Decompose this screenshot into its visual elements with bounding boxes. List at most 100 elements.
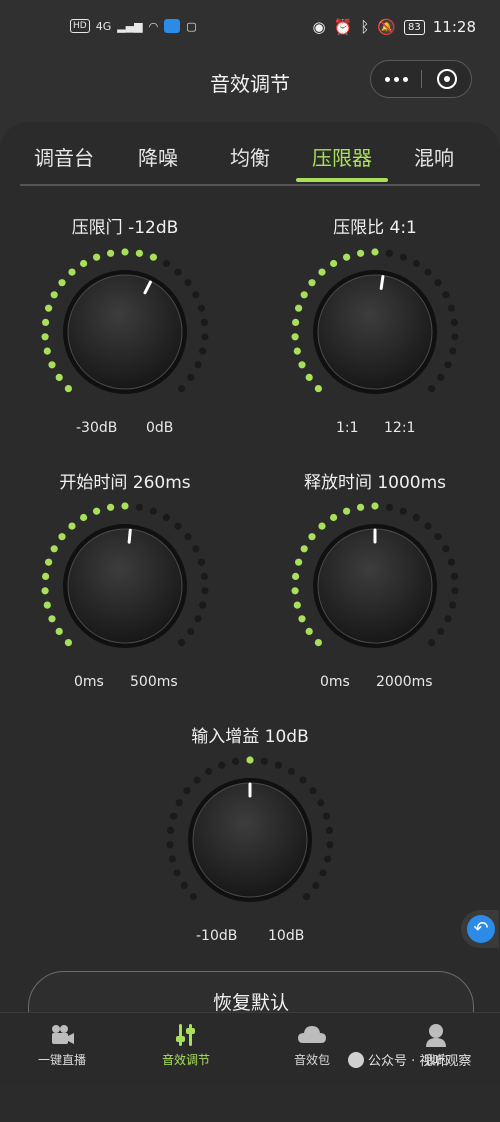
led-dot-off	[399, 507, 407, 515]
led-dot-on	[291, 587, 299, 595]
more-button[interactable]	[371, 61, 421, 97]
led-dot-off	[178, 385, 186, 393]
led-dot-off	[451, 587, 459, 595]
input-gain-knob[interactable]	[162, 752, 338, 928]
release-time-max: 2000ms	[376, 674, 433, 690]
led-dot-on	[295, 304, 303, 312]
led-dot-off	[194, 361, 202, 369]
led-dot-off	[200, 318, 208, 326]
led-dot-off	[135, 503, 143, 511]
led-dot-off	[168, 855, 176, 863]
led-dot-on	[121, 502, 129, 510]
led-dot-off	[412, 259, 420, 268]
led-dot-off	[451, 333, 459, 341]
knob-indicator	[379, 275, 385, 290]
bottom-nav: 一键直播 音效调节 音效包 我的	[0, 1012, 500, 1084]
nav-sound-pack[interactable]: 音效包	[262, 1019, 362, 1068]
led-dot-off	[192, 291, 200, 299]
attack-time-max: 500ms	[130, 674, 178, 690]
led-dot-off	[450, 572, 458, 580]
led-dot-on	[295, 558, 303, 566]
led-dot-on	[68, 522, 76, 530]
limiter-threshold-knob[interactable]	[37, 244, 213, 420]
led-dot-on	[93, 253, 101, 261]
led-dot-on	[371, 502, 379, 510]
input-gain-max: 10dB	[268, 928, 305, 944]
led-dot-off	[173, 869, 181, 877]
led-dot-off	[187, 373, 195, 381]
more-icon-dot	[393, 76, 399, 82]
tab-limiter[interactable]: 压限器	[312, 142, 372, 171]
led-dot-off	[184, 279, 192, 287]
miniprogram-capsule	[370, 60, 472, 98]
knob-body	[192, 782, 308, 898]
led-dot-off	[424, 268, 432, 276]
led-dot-off	[325, 826, 333, 834]
signal-icon: ▂▄▆	[117, 19, 143, 33]
led-dot-off	[175, 799, 183, 807]
led-dot-on	[45, 304, 53, 312]
led-dot-off	[449, 347, 457, 355]
tab-reverb[interactable]: 混响	[414, 142, 454, 171]
limiter-ratio-knob[interactable]	[287, 244, 463, 420]
led-dot-on	[292, 572, 300, 580]
led-dot-on	[305, 627, 313, 635]
led-dot-off	[218, 761, 226, 769]
eye-icon: ◉	[312, 18, 326, 36]
knob-graphic	[166, 756, 334, 902]
led-dot-off	[444, 615, 452, 623]
led-dot-on	[107, 249, 115, 257]
led-dot-on	[58, 533, 66, 541]
nav-sound-pack-label: 音效包	[293, 1053, 330, 1067]
led-dot-off	[183, 787, 191, 795]
led-dot-off	[167, 826, 175, 834]
led-dot-off	[197, 558, 205, 566]
knob-body	[67, 528, 183, 644]
led-dot-off	[201, 587, 209, 595]
alarm-icon: ⏰	[333, 18, 353, 36]
led-dot-on	[68, 268, 76, 276]
floating-back-button[interactable]: ↶	[461, 910, 499, 948]
led-dot-on	[42, 572, 50, 580]
led-dot-on	[80, 513, 88, 522]
led-dot-on	[298, 361, 306, 369]
wechat-icon	[348, 1051, 364, 1068]
led-dot-off	[180, 881, 188, 889]
led-dot-on	[357, 503, 365, 511]
led-dot-on	[330, 259, 338, 268]
led-dot-off	[260, 757, 268, 765]
led-dot-on	[45, 558, 53, 566]
led-dot-off	[450, 318, 458, 326]
led-dot-off	[437, 373, 445, 381]
bluetooth-icon: ᛒ	[360, 18, 370, 36]
tab-mixer[interactable]: 调音台	[34, 142, 94, 171]
tab-denoise[interactable]: 降噪	[138, 142, 178, 171]
led-dot-off	[319, 869, 327, 877]
close-miniprogram-icon[interactable]	[437, 69, 457, 89]
led-dot-on	[64, 385, 72, 393]
nav-live[interactable]: 一键直播	[12, 1019, 112, 1068]
led-dot-off	[187, 627, 195, 635]
more-icon-dot	[384, 76, 390, 82]
led-dot-off	[447, 558, 455, 566]
release-time-knob[interactable]	[287, 498, 463, 674]
led-dot-off	[174, 522, 182, 530]
nav-sound-adjust[interactable]: 音效调节	[136, 1019, 236, 1068]
tab-equalizer[interactable]: 均衡	[230, 142, 270, 171]
led-dot-off	[442, 291, 450, 299]
hd-badge: HD	[70, 19, 90, 33]
led-dot-on	[300, 545, 308, 553]
watermark-text: 公众号 · 视听观察	[368, 1054, 472, 1069]
clock: 11:28	[432, 18, 476, 36]
app-notification-icon	[164, 19, 181, 33]
limiter-threshold-label: 压限门 -12dB	[71, 218, 179, 238]
attack-time-knob[interactable]	[37, 498, 213, 674]
limiter-ratio-label: 压限比 4:1	[333, 218, 417, 238]
limiter-threshold-max: 0dB	[146, 420, 174, 436]
led-dot-on	[149, 253, 157, 261]
attack-time-label: 开始时间 260ms	[59, 473, 191, 493]
led-dot-on	[298, 615, 306, 623]
network-badge: 4G	[95, 19, 112, 33]
led-dot-off	[434, 279, 442, 287]
release-time-label: 释放时间 1000ms	[303, 473, 447, 493]
